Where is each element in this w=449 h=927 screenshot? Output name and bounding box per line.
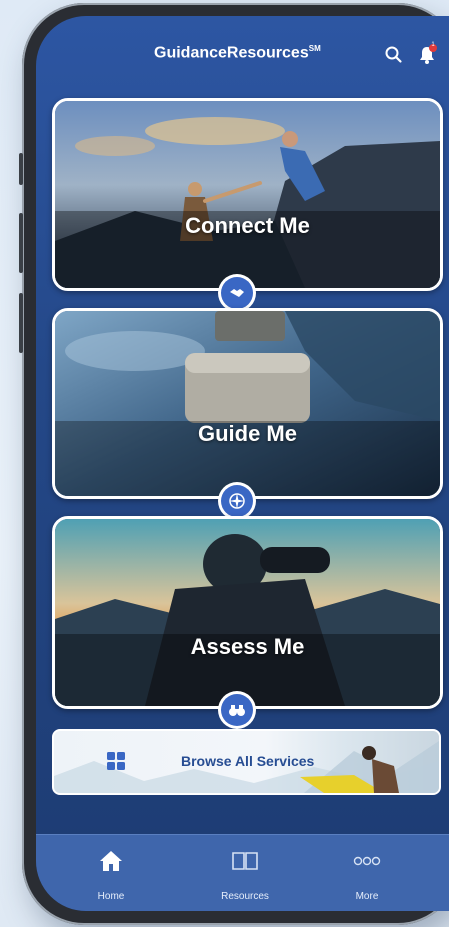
notification-count: 1 xyxy=(431,42,435,48)
binoculars-icon xyxy=(218,691,256,729)
connect-me-label: Connect Me xyxy=(185,213,310,238)
browse-all-services-button[interactable]: Browse All Services xyxy=(52,729,441,795)
assess-me-label: Assess Me xyxy=(190,634,305,659)
connect-me-image xyxy=(55,101,440,288)
grid-icon xyxy=(106,751,126,771)
app-title-text: GuidanceResources xyxy=(154,44,309,62)
bottom-tab-bar: Home Resources More xyxy=(36,834,449,911)
assess-me-image xyxy=(55,519,440,706)
tab-more-label: More xyxy=(355,891,379,902)
trademark: SM xyxy=(308,44,321,53)
search-icon[interactable] xyxy=(383,44,405,66)
phone-side-button xyxy=(19,153,23,185)
app-screen: GuidanceResourcesSM 1 Connect Me Guide M… xyxy=(36,16,449,911)
tab-more[interactable]: More xyxy=(312,835,422,911)
browse-all-services-label: Browse All Services xyxy=(181,753,315,769)
more-icon xyxy=(352,849,382,878)
bell-icon[interactable]: 1 xyxy=(416,42,438,66)
connect-me-card[interactable]: Connect Me xyxy=(52,98,443,291)
tab-home[interactable]: Home xyxy=(56,835,166,911)
assess-me-card[interactable]: Assess Me xyxy=(52,516,443,709)
tab-home-label: Home xyxy=(97,891,125,902)
app-title: GuidanceResourcesSM xyxy=(154,44,321,62)
app-header: GuidanceResourcesSM 1 xyxy=(36,16,449,96)
guide-me-card[interactable]: Guide Me xyxy=(52,308,443,499)
guide-me-image xyxy=(55,311,440,496)
tab-resources[interactable]: Resources xyxy=(190,835,300,911)
handshake-icon xyxy=(218,274,256,312)
compass-icon xyxy=(218,482,256,520)
book-icon xyxy=(230,849,260,878)
volume-up-button xyxy=(19,213,23,273)
volume-down-button xyxy=(19,293,23,353)
guide-me-label: Guide Me xyxy=(197,421,297,446)
home-icon xyxy=(98,849,124,878)
tab-resources-label: Resources xyxy=(221,891,269,902)
